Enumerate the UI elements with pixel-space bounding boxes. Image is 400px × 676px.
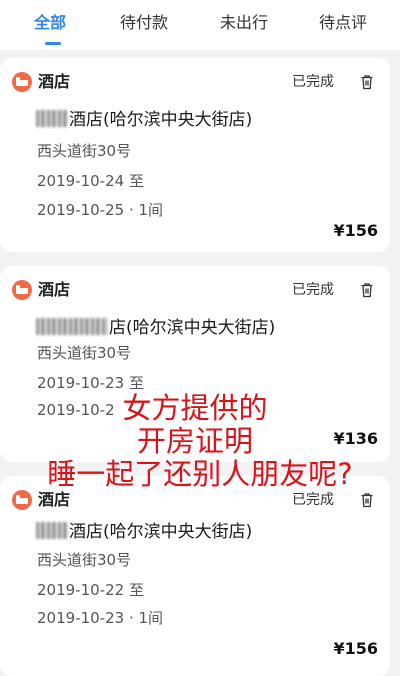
- order-card[interactable]: 酒店 已完成 酒店(哈尔滨中央大街店) 西头道街30号 2019-10-24 至…: [0, 58, 390, 252]
- hotel-address: 西头道街30号: [37, 142, 132, 160]
- hotel-icon: [12, 490, 32, 510]
- order-card[interactable]: 酒店 已完成 酒店(哈尔滨中央大街店) 西头道街30号 2019-10-22 至…: [0, 476, 390, 676]
- order-status: 已完成: [292, 492, 334, 508]
- tab-all[interactable]: 全部: [34, 12, 66, 34]
- order-type-label: 酒店: [38, 280, 71, 299]
- delete-icon[interactable]: [360, 282, 374, 298]
- hotel-address: 西头道街30号: [37, 344, 132, 362]
- active-tab-indicator: [45, 42, 61, 45]
- order-tabs: 全部 待付款 未出行 待点评: [0, 0, 400, 50]
- tab-upcoming[interactable]: 未出行: [220, 12, 268, 34]
- hotel-address: 西头道街30号: [37, 551, 132, 569]
- redacted-name: [36, 522, 68, 539]
- hotel-icon: [12, 280, 32, 300]
- checkin-date: 2019-10-22 至: [37, 581, 144, 599]
- tab-to-review[interactable]: 待点评: [319, 12, 367, 34]
- hotel-name: 酒店(哈尔滨中央大街店): [36, 108, 252, 132]
- order-type-label: 酒店: [38, 72, 71, 91]
- order-price: ¥156: [333, 221, 378, 240]
- tab-pending-payment[interactable]: 待付款: [120, 12, 168, 34]
- hotel-name: 店(哈尔滨中央大街店): [36, 316, 275, 340]
- checkin-date: 2019-10-24 至: [37, 172, 144, 190]
- delete-icon[interactable]: [360, 492, 374, 508]
- order-status: 已完成: [292, 74, 334, 90]
- order-price: ¥156: [333, 639, 378, 658]
- checkout-date: 2019-10-23 · 1间: [37, 609, 164, 627]
- delete-icon[interactable]: [360, 74, 374, 90]
- order-type-label: 酒店: [38, 490, 71, 509]
- redacted-name: [36, 318, 108, 335]
- checkin-date: 2019-10-23 至: [37, 374, 144, 392]
- checkout-date: 2019-10-25 · 1间: [37, 201, 164, 219]
- redacted-name: [36, 110, 68, 127]
- order-status: 已完成: [292, 282, 334, 298]
- hotel-icon: [12, 72, 32, 92]
- checkout-date: 2019-10-2: [37, 401, 115, 419]
- hotel-name: 酒店(哈尔滨中央大街店): [36, 520, 252, 544]
- order-card[interactable]: 酒店 已完成 店(哈尔滨中央大街店) 西头道街30号 2019-10-23 至 …: [0, 266, 390, 462]
- order-price: ¥136: [333, 429, 378, 448]
